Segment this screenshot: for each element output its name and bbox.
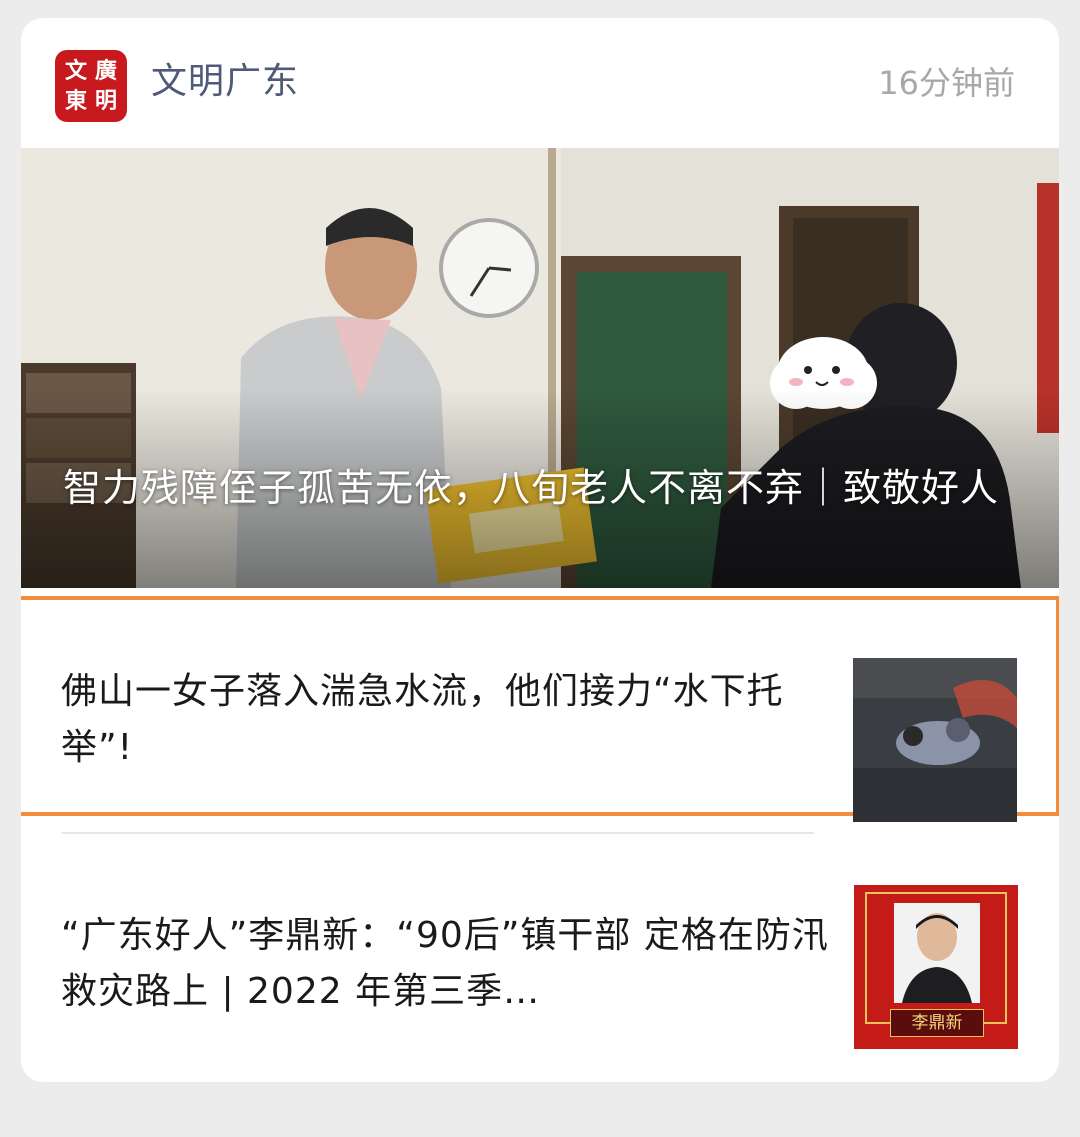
article-item[interactable]: “广东好人”李鼎新：“90后”镇干部 定格在防汛救灾路上 | 2022 年第三季… <box>21 848 1059 1068</box>
source-logo-icon: 文 廣 東 明 <box>55 50 127 122</box>
article-thumbnail[interactable] <box>853 658 1017 822</box>
logo-char: 文 <box>64 58 87 84</box>
source-name[interactable]: 文明广东 <box>151 56 299 108</box>
article-thumbnail[interactable]: 李鼎新 <box>854 885 1018 1049</box>
article-title[interactable]: “广东好人”李鼎新：“90后”镇干部 定格在防汛救灾路上 | 2022 年第三季… <box>61 908 841 1020</box>
logo-char: 東 <box>64 88 87 114</box>
article-title[interactable]: 佛山一女子落入湍急水流，他们接力“水下托举”! <box>61 664 831 776</box>
article-item[interactable]: 佛山一女子落入湍急水流，他们接力“水下托举”! <box>21 596 1059 822</box>
hero-article[interactable]: 智力残障侄子孤苦无依，八旬老人不离不弃｜致敬好人 <box>21 148 1059 588</box>
logo-char: 廣 <box>94 58 117 84</box>
publish-time: 16分钟前 <box>878 64 1015 102</box>
news-card: 文 廣 東 明 文明广东 16分钟前 智力残障侄子孤苦无依，八旬老人不离不弃｜致… <box>21 18 1059 1082</box>
divider <box>62 832 814 834</box>
night-rescue-image-icon <box>853 658 1017 822</box>
logo-char: 明 <box>94 88 117 114</box>
thumb-caption: 李鼎新 <box>890 1009 984 1037</box>
hero-title[interactable]: 智力残障侄子孤苦无依，八旬老人不离不弃｜致敬好人 <box>63 460 1023 516</box>
card-header[interactable]: 文 廣 東 明 文明广东 16分钟前 <box>21 18 1059 148</box>
